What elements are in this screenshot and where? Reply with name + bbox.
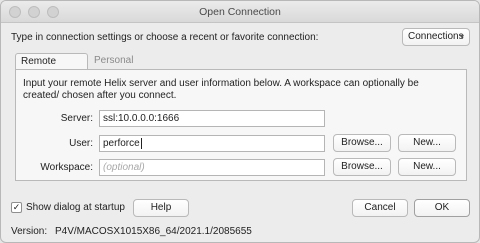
- help-button[interactable]: Help: [133, 199, 189, 217]
- text-cursor: [140, 137, 142, 149]
- title-bar: Open Connection: [1, 1, 479, 23]
- user-field-value: perforce: [103, 138, 140, 149]
- info-text: Input your remote Helix server and user …: [23, 78, 419, 101]
- connections-dropdown[interactable]: Connections ▾: [402, 28, 470, 46]
- workspace-browse-button[interactable]: Browse...: [333, 158, 391, 176]
- connections-dropdown-label: Connections: [408, 31, 464, 42]
- chevron-down-icon: ▾: [459, 32, 464, 41]
- workspace-new-button[interactable]: New...: [398, 158, 456, 176]
- ok-button[interactable]: OK: [414, 199, 470, 217]
- window-title: Open Connection: [199, 6, 281, 18]
- workspace-label: Workspace:: [40, 162, 93, 173]
- server-field[interactable]: ssl:10.0.0.0:1666: [99, 110, 325, 127]
- tab-remote-server[interactable]: Remote Server: [15, 53, 88, 82]
- user-field[interactable]: perforce: [99, 135, 325, 152]
- user-browse-button[interactable]: Browse...: [333, 134, 391, 152]
- show-dialog-label: Show dialog at startup: [26, 202, 125, 213]
- user-label: User:: [69, 138, 93, 149]
- cancel-button[interactable]: Cancel: [352, 199, 408, 217]
- version-value: P4V/MACOSX1015X86_64/2021.1/2085655: [55, 226, 252, 237]
- user-new-button[interactable]: New...: [398, 134, 456, 152]
- workspace-field[interactable]: (optional): [99, 159, 325, 176]
- tab-personal-server[interactable]: Personal Server: [89, 53, 167, 81]
- open-connection-dialog: Open Connection Type in connection setti…: [0, 0, 480, 243]
- instruction-text: Type in connection settings or choose a …: [11, 32, 319, 43]
- version-label: Version:: [11, 226, 48, 237]
- show-dialog-checkbox[interactable]: ✓: [11, 202, 22, 213]
- server-label: Server:: [60, 113, 93, 124]
